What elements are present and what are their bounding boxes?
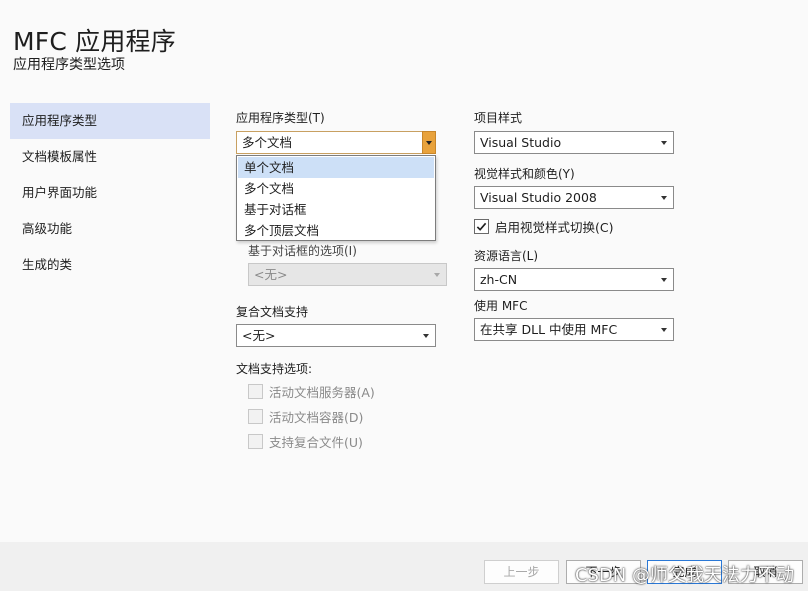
- chevron-down-icon: [432, 264, 442, 285]
- checkbox-box: [474, 219, 489, 234]
- visual-style-select[interactable]: Visual Studio 2008: [474, 186, 674, 209]
- compound-doc-label: 复合文档支持: [236, 305, 309, 319]
- dropdown-option-single-doc[interactable]: 单个文档: [238, 157, 434, 178]
- checkbox-box: [248, 409, 263, 424]
- chevron-down-icon[interactable]: [422, 131, 436, 154]
- use-mfc-value: 在共享 DLL 中使用 MFC: [480, 322, 618, 337]
- sidebar-nav: 应用程序类型 文档模板属性 用户界面功能 高级功能 生成的类: [10, 103, 210, 283]
- use-mfc-select[interactable]: 在共享 DLL 中使用 MFC: [474, 318, 674, 341]
- chevron-down-icon: [659, 187, 669, 208]
- checkbox-box: [248, 384, 263, 399]
- dropdown-option-multi-top[interactable]: 多个顶层文档: [238, 220, 434, 241]
- dialog-options-select[interactable]: <无>: [248, 263, 447, 286]
- project-style-label: 项目样式: [474, 111, 523, 125]
- enable-visual-switch-label: 启用视觉样式切换(C): [495, 220, 614, 235]
- active-doc-server-checkbox[interactable]: 活动文档服务器(A): [248, 382, 375, 401]
- chevron-down-icon: [659, 319, 669, 340]
- doc-support-label: 文档支持选项:: [236, 362, 313, 376]
- sidebar-item-generated-classes[interactable]: 生成的类: [10, 247, 210, 283]
- compound-file-label: 支持复合文件(U): [269, 435, 363, 450]
- prev-button[interactable]: 上一步: [484, 560, 559, 584]
- chevron-down-icon: [659, 269, 669, 290]
- visual-style-value: Visual Studio 2008: [480, 190, 597, 205]
- app-type-label: 应用程序类型(T): [236, 111, 325, 125]
- chevron-down-icon: [421, 325, 431, 346]
- next-button[interactable]: 下一步: [566, 560, 641, 584]
- resource-lang-label: 资源语言(L): [474, 249, 539, 263]
- dialog-options-value: <无>: [254, 267, 288, 282]
- resource-lang-value: zh-CN: [480, 272, 518, 287]
- checkmark-icon: [476, 222, 487, 231]
- use-mfc-label: 使用 MFC: [474, 299, 528, 313]
- dropdown-option-multi-doc[interactable]: 多个文档: [238, 178, 434, 199]
- app-type-value: 多个文档: [242, 135, 293, 150]
- page-subtitle: 应用程序类型选项: [13, 57, 125, 73]
- compound-doc-value: <无>: [242, 328, 276, 343]
- checkbox-box: [248, 434, 263, 449]
- active-doc-container-label: 活动文档容器(D): [269, 410, 364, 425]
- sidebar-item-app-type[interactable]: 应用程序类型: [10, 103, 210, 139]
- sidebar-item-doc-template[interactable]: 文档模板属性: [10, 139, 210, 175]
- sidebar-item-advanced[interactable]: 高级功能: [10, 211, 210, 247]
- cancel-button[interactable]: 取消: [728, 560, 803, 584]
- active-doc-container-checkbox[interactable]: 活动文档容器(D): [248, 407, 363, 426]
- chevron-down-icon: [659, 132, 669, 153]
- dialog-options-label: 基于对话框的选项(I): [248, 244, 357, 258]
- footer-bar: 上一步 下一步 完成 取消: [0, 542, 808, 591]
- compound-file-checkbox[interactable]: 支持复合文件(U): [248, 432, 363, 451]
- compound-doc-select[interactable]: <无>: [236, 324, 436, 347]
- resource-lang-select[interactable]: zh-CN: [474, 268, 674, 291]
- app-type-select[interactable]: 多个文档: [236, 131, 436, 154]
- enable-visual-switch-checkbox[interactable]: 启用视觉样式切换(C): [474, 217, 613, 236]
- visual-style-label: 视觉样式和颜色(Y): [474, 167, 575, 181]
- project-style-value: Visual Studio: [480, 135, 562, 150]
- active-doc-server-label: 活动文档服务器(A): [269, 385, 375, 400]
- sidebar-item-ui-features[interactable]: 用户界面功能: [10, 175, 210, 211]
- project-style-select[interactable]: Visual Studio: [474, 131, 674, 154]
- app-type-dropdown-list: 单个文档 多个文档 基于对话框 多个顶层文档: [236, 155, 436, 241]
- finish-button[interactable]: 完成: [647, 560, 722, 584]
- page-title: MFC 应用程序: [13, 27, 176, 56]
- dropdown-option-dialog[interactable]: 基于对话框: [238, 199, 434, 220]
